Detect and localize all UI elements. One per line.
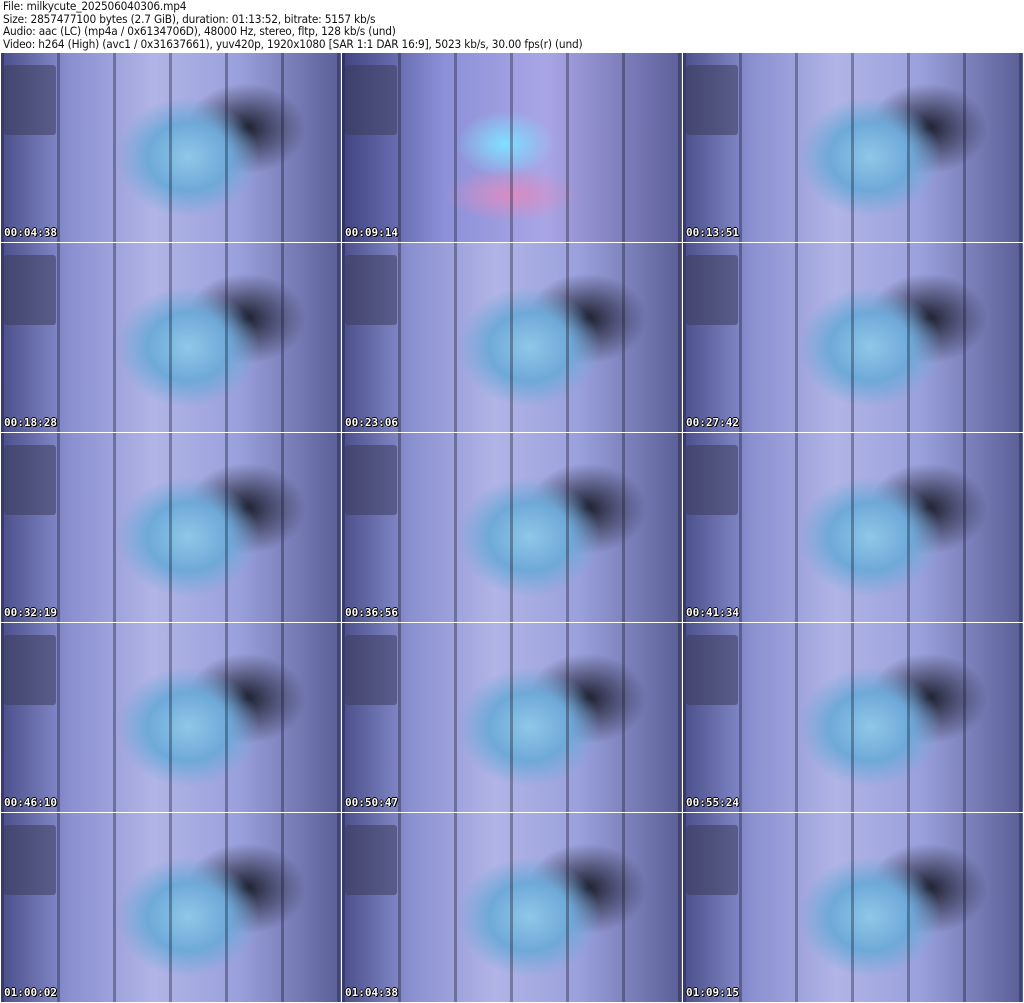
overlay-panel — [686, 255, 738, 325]
video-thumbnail: 00:23:06 — [342, 243, 682, 432]
thumbnail-timestamp: 00:36:56 — [345, 606, 398, 619]
video-thumbnail: 00:04:38 — [1, 53, 341, 242]
video-thumbnail: 00:18:28 — [1, 243, 341, 432]
thumbnail-timestamp: 00:04:38 — [4, 226, 57, 239]
overlay-panel — [345, 255, 397, 325]
overlay-panel — [4, 635, 56, 705]
overlay-panel — [4, 255, 56, 325]
file-info-header: File: milkycute_202506040306.mp4 Size: 2… — [3, 0, 583, 51]
video-thumbnail: 00:50:47 — [342, 623, 682, 812]
thumbnail-grid: 00:04:38 00:09:14 00:13:51 00:18:28 00:23:06… — [1, 53, 1023, 1002]
overlay-panel — [345, 825, 397, 895]
video-thumbnail: 00:13:51 — [683, 53, 1023, 242]
overlay-panel — [686, 635, 738, 705]
overlay-panel — [4, 65, 56, 135]
thumbnail-timestamp: 00:27:42 — [686, 416, 739, 429]
video-thumbnail: 01:09:15 — [683, 813, 1023, 1002]
video-thumbnail: 00:41:34 — [683, 433, 1023, 622]
thumbnail-timestamp: 00:13:51 — [686, 226, 739, 239]
thumbnail-timestamp: 00:55:24 — [686, 796, 739, 809]
thumbnail-timestamp: 00:09:14 — [345, 226, 398, 239]
thumbnail-timestamp: 00:41:34 — [686, 606, 739, 619]
overlay-panel — [345, 445, 397, 515]
video-thumbnail: 00:46:10 — [1, 623, 341, 812]
overlay-panel — [686, 65, 738, 135]
thumbnail-timestamp: 00:50:47 — [345, 796, 398, 809]
thumbnail-timestamp: 00:23:06 — [345, 416, 398, 429]
video-thumbnail: 00:55:24 — [683, 623, 1023, 812]
video-thumbnail: 00:32:19 — [1, 433, 341, 622]
video-thumbnail: 00:27:42 — [683, 243, 1023, 432]
overlay-panel — [4, 445, 56, 515]
overlay-panel — [345, 635, 397, 705]
overlay-panel — [4, 825, 56, 895]
overlay-panel — [686, 445, 738, 515]
video-thumbnail: 01:04:38 — [342, 813, 682, 1002]
video-thumbnail: 00:09:14 — [342, 53, 682, 242]
thumbnail-timestamp: 01:09:15 — [686, 986, 739, 999]
thumbnail-timestamp: 00:46:10 — [4, 796, 57, 809]
file-name: File: milkycute_202506040306.mp4 — [3, 0, 187, 13]
thumbnail-timestamp: 00:32:19 — [4, 606, 57, 619]
thumbnail-timestamp: 01:04:38 — [345, 986, 398, 999]
thumbnail-timestamp: 00:18:28 — [4, 416, 57, 429]
overlay-panel — [686, 825, 738, 895]
overlay-panel — [345, 65, 397, 135]
video-thumbnail: 01:00:02 — [1, 813, 341, 1002]
video-info: Video: h264 (High) (avc1 / 0x31637661), … — [3, 36, 583, 51]
audio-info: Audio: aac (LC) (mp4a / 0x6134706D), 480… — [3, 24, 396, 38]
video-thumbnail: 00:36:56 — [342, 433, 682, 622]
thumbnail-timestamp: 01:00:02 — [4, 986, 57, 999]
